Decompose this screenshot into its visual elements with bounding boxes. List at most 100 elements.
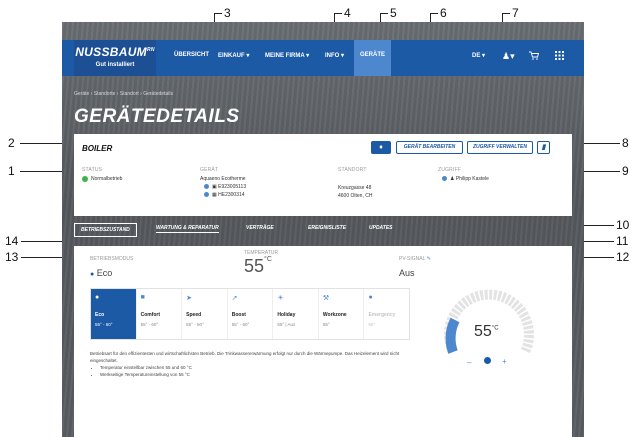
notification-button[interactable]: ♦ <box>371 141 391 154</box>
nav-overview[interactable]: ÜBERSICHT <box>174 52 209 58</box>
device-label: GERÄT <box>200 167 219 173</box>
description-bullet-1: Temperatur einstellbar zwischen 55 und 6… <box>100 364 410 371</box>
mode-emergency[interactable]: ● Emergency 55° <box>364 289 409 339</box>
gauge-value: 55°C <box>474 323 499 341</box>
top-navigation: NUSSBAUMRN Gut installiert ÜBERSICHT EIN… <box>62 40 584 76</box>
callout-4: 4 <box>344 6 351 20</box>
mode-comfort[interactable]: ■ Comfort 55° - 60° <box>137 289 183 339</box>
access-user: Philipp Kastele <box>455 176 489 182</box>
rocket-icon: ➚ <box>231 295 238 302</box>
mode-name: Boost <box>231 312 246 318</box>
callout-8: 8 <box>622 136 629 150</box>
leader-6 <box>430 13 438 14</box>
temp-number: 55 <box>244 256 265 276</box>
serial-2-text: HE2300314 <box>218 192 245 198</box>
operating-panel: BETRIEBSMODUS ● Eco TEMPERATUR 55°C PV-S… <box>74 246 572 437</box>
leaf-icon: ● <box>90 271 95 278</box>
status-ok-icon <box>82 175 88 182</box>
mode-holiday[interactable]: ☀ Holiday 55° | Aus <box>273 289 319 339</box>
mode-name: Workzone <box>322 312 347 318</box>
mode-selector: ● Eco 55° - 60° ■ Comfort 55° - 60° ➤ Speed 55… <box>90 288 410 340</box>
user-icon[interactable]: ♟▾ <box>502 51 515 62</box>
access-value: ♟ Philipp Kastele <box>442 175 489 183</box>
nav-purchase[interactable]: EINKAUF ▾ <box>218 52 249 59</box>
device-name: BOILER <box>82 144 113 153</box>
manage-access-button[interactable]: ZUGRIFF VERWALTEN <box>467 141 533 154</box>
callout-12: 12 <box>616 250 630 264</box>
nav-devices[interactable]: GERÄTE <box>354 40 392 76</box>
leaf-icon: ● <box>95 294 100 301</box>
mode-name: Emergency <box>368 312 396 318</box>
mode-range: 55° - 60° <box>186 322 204 327</box>
device-card: BOILER ♦ GERÄT BEARBEITEN ZUGRIFF VERWAL… <box>74 134 572 216</box>
callout-1: 1 <box>8 164 15 178</box>
mode-description: Betriebsart für den effizientesten und w… <box>90 350 410 378</box>
bell-icon: ♦ <box>379 144 383 151</box>
delete-button[interactable]: ▮ <box>537 141 550 154</box>
nav-info[interactable]: INFO ▾ <box>325 52 344 59</box>
pv-label-text: PV-SIGNAL <box>399 256 426 262</box>
grid-icon[interactable] <box>555 51 564 62</box>
pv-value: Aus <box>399 268 415 278</box>
mode-range: 55° - 60° <box>140 322 159 327</box>
app-screenshot: NUSSBAUMRN Gut installiert ÜBERSICHT EIN… <box>62 22 584 437</box>
location-line2: 4600 Olten, CH <box>338 193 373 199</box>
nav-my-company[interactable]: MEINE FIRMA ▾ <box>265 52 309 59</box>
tab-event-list[interactable]: EREIGNISLISTE <box>308 225 346 231</box>
tab-updates[interactable]: UPDATES <box>369 225 393 231</box>
trash-icon: ▮ <box>541 144 546 151</box>
location-label: STANDORT <box>338 167 367 173</box>
mode-range: 55° | Aus <box>277 322 296 327</box>
mode-value-text: Eco <box>96 268 113 278</box>
mode-eco[interactable]: ● Eco 55° - 60° <box>91 289 137 339</box>
mode-speed[interactable]: ➤ Speed 55° - 60° <box>182 289 228 339</box>
language-select[interactable]: DE ▾ <box>472 52 485 59</box>
device-model: Aquaeno Ecotherme <box>200 176 246 182</box>
pencil-icon[interactable]: ✎ <box>427 256 431 262</box>
mode-range: 55° - 60° <box>231 322 250 327</box>
callout-7: 7 <box>512 6 519 20</box>
mode-range: 55° <box>322 322 330 327</box>
speed-icon: ➤ <box>186 295 193 302</box>
callout-11: 11 <box>616 234 629 248</box>
leader-5 <box>380 13 388 14</box>
breadcrumb[interactable]: Geräte › Standorte › Standort › Gerätede… <box>74 91 173 97</box>
temp-value: 55°C <box>244 256 272 277</box>
callout-6: 6 <box>440 6 447 20</box>
callout-3: 3 <box>224 6 231 20</box>
wrench-icon: ⚒ <box>322 295 330 302</box>
callout-2: 2 <box>8 136 15 150</box>
brand-tagline: Gut installiert <box>95 62 135 68</box>
gauge-mode-icon <box>484 357 491 364</box>
gauge-unit: °C <box>491 325 499 332</box>
info-icon-2[interactable] <box>204 192 209 198</box>
tab-contracts[interactable]: VERTRÄGE <box>246 225 274 231</box>
mode-name: Comfort <box>140 312 161 318</box>
cart-icon[interactable] <box>529 51 540 62</box>
gauge-decrease-button[interactable]: – <box>467 358 471 367</box>
edit-device-button[interactable]: GERÄT BEARBEITEN <box>396 141 463 154</box>
mode-boost[interactable]: ➚ Boost 55° - 60° <box>228 289 274 339</box>
mode-name: Holiday <box>277 312 296 318</box>
mode-range: 55° <box>368 322 376 327</box>
sofa-icon: ■ <box>140 294 145 301</box>
mode-workzone[interactable]: ⚒ Workzone 55° <box>319 289 365 339</box>
gauge-number: 55 <box>474 323 492 340</box>
callout-14: 14 <box>5 234 19 248</box>
callout-10: 10 <box>616 218 630 232</box>
location-line1: Kreuzgasse 48 <box>338 185 372 191</box>
serial-2: ▦ HE2300314 <box>204 191 245 199</box>
emergency-icon: ● <box>368 294 373 301</box>
holiday-icon: ☀ <box>277 295 284 302</box>
brand-name: NUSSBAUM <box>75 45 147 59</box>
description-text: Betriebsart für den effizientesten und w… <box>90 351 400 363</box>
info-icon[interactable] <box>204 184 209 190</box>
tab-operating-state[interactable]: BETRIEBSZUSTAND <box>74 223 137 237</box>
mode-range: 55° - 60° <box>95 322 113 327</box>
status-value: Normalbetrieb <box>82 175 122 183</box>
access-info-icon[interactable] <box>442 176 447 182</box>
tab-maintenance[interactable]: WARTUNG & REPARATUR <box>156 225 219 233</box>
logo[interactable]: NUSSBAUMRN Gut installiert <box>74 40 156 76</box>
leader-4 <box>334 13 342 14</box>
gauge-increase-button[interactable]: + <box>502 357 507 366</box>
